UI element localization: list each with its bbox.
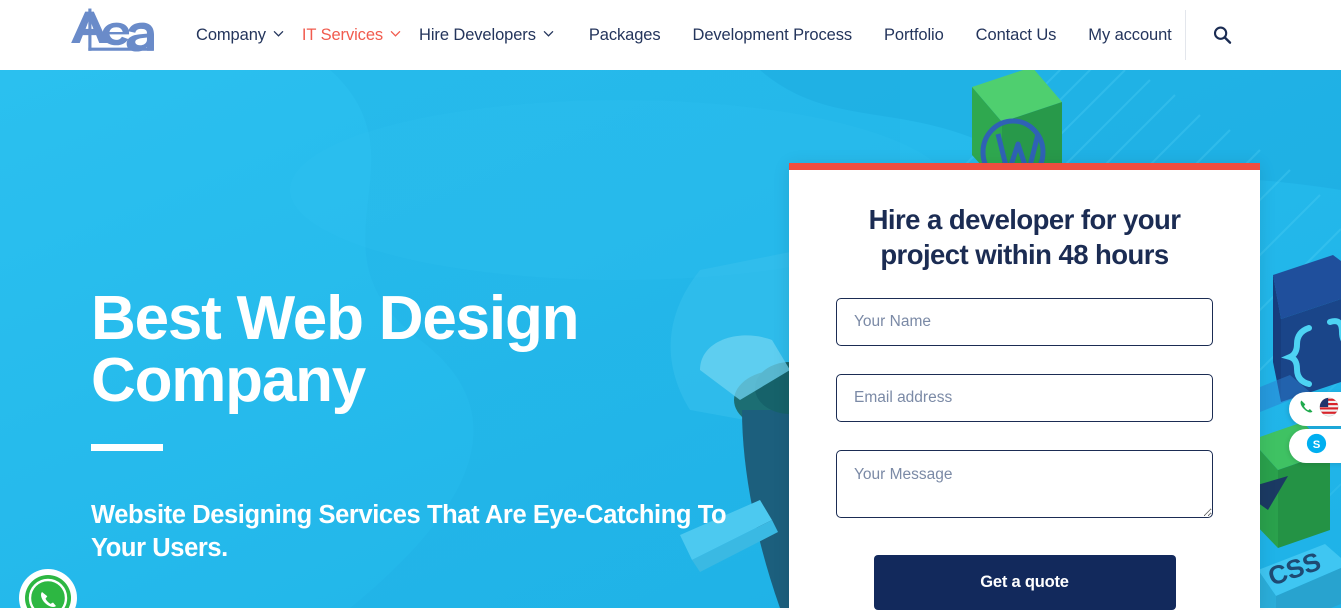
skype-contact-widget[interactable]: S: [1289, 429, 1341, 463]
nav-item-label: IT Services: [301, 25, 384, 44]
phone-icon: [1298, 398, 1315, 420]
nav-item-my-account[interactable]: My account: [1088, 26, 1171, 45]
chevron-down-icon: [273, 28, 284, 39]
whatsapp-icon: [19, 569, 77, 608]
svg-text:CSS: CSS: [1264, 546, 1324, 592]
hero-title-line1: Best Web Design: [91, 284, 579, 353]
aea-logo-mark: [71, 8, 154, 52]
hero-text-block: Best Web Design Company Website Designin…: [91, 288, 751, 564]
skype-icon: S: [1306, 433, 1327, 459]
search-icon[interactable]: [1212, 25, 1232, 45]
nav-item-label: Company: [196, 25, 266, 44]
search-divider: [1185, 10, 1232, 60]
chevron-down-icon: [390, 28, 401, 39]
get-a-quote-button[interactable]: Get a quote: [873, 555, 1176, 610]
page-title: Best Web Design Company: [91, 288, 751, 412]
nav-item-contact-us[interactable]: Contact Us: [976, 26, 1057, 45]
hero-subtitle: Website Designing Services That Are Eye-…: [91, 501, 727, 562]
form-accent-bar: [789, 163, 1260, 170]
email-input[interactable]: [836, 374, 1213, 423]
nav-item-label: Development Process: [692, 25, 853, 44]
css-tile-icon: CSS: [1258, 544, 1341, 608]
main-nav: Company IT Services Hire Developers Pack…: [196, 0, 1190, 70]
whatsapp-chat-button[interactable]: [18, 568, 78, 608]
aea-logo[interactable]: [68, 6, 154, 58]
floating-contact-widgets: S: [1289, 392, 1341, 463]
message-input[interactable]: [836, 450, 1213, 519]
nav-item-packages[interactable]: Packages: [589, 26, 661, 45]
nav-item-company[interactable]: Company: [196, 26, 284, 45]
nav-item-label: Hire Developers: [419, 25, 536, 44]
site-header: Company IT Services Hire Developers Pack…: [0, 0, 1341, 70]
hire-developer-form-card: Hire a developer for your project within…: [789, 163, 1260, 610]
nav-item-label: Contact Us: [975, 25, 1057, 44]
nav-item-label: My account: [1088, 25, 1172, 44]
hero-title-underline: [91, 444, 163, 451]
phone-contact-widget[interactable]: [1289, 392, 1341, 426]
nav-item-it-services[interactable]: IT Services: [302, 26, 401, 45]
nav-item-label: Packages: [588, 25, 661, 44]
code-brackets-cube-icon: [1273, 255, 1341, 402]
nav-item-portfolio[interactable]: Portfolio: [884, 26, 944, 45]
nav-item-label: Portfolio: [884, 25, 944, 44]
nav-item-hire-developers[interactable]: Hire Developers: [419, 26, 554, 45]
chevron-down-icon: [543, 28, 554, 39]
svg-text:S: S: [1313, 439, 1321, 451]
name-input[interactable]: [836, 298, 1213, 347]
us-flag-icon: [1319, 397, 1339, 422]
hero-title-line2: Company: [91, 346, 366, 415]
form-title: Hire a developer for your project within…: [868, 204, 1181, 271]
nav-item-development-process[interactable]: Development Process: [693, 26, 853, 45]
